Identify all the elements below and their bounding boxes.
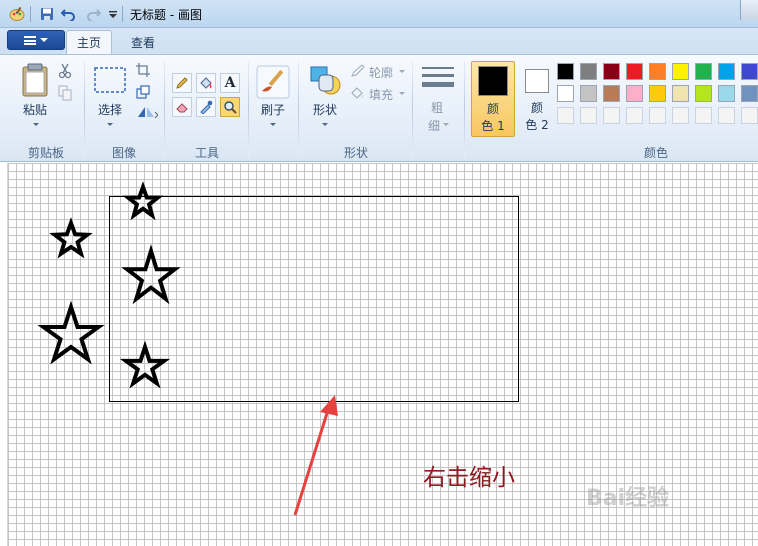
arrow-shaft: [293, 409, 330, 516]
annotation-text: 右击缩小: [423, 465, 515, 491]
annotation-arrow: [293, 395, 338, 516]
arrow-head: [320, 395, 338, 416]
watermark: Bai经验: [586, 486, 670, 511]
